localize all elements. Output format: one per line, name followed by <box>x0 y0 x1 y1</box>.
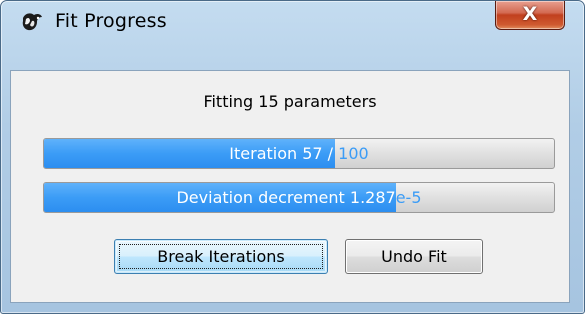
progress-label-on-fill: Iteration 57 / 100 <box>229 144 334 163</box>
break-iterations-label: Break Iterations <box>157 247 285 266</box>
window-title: Fit Progress <box>55 10 167 32</box>
status-heading: Fitting 15 parameters <box>203 92 377 111</box>
deviation-progress-bar: Deviation decrement 1.287e-5 Deviation d… <box>43 182 555 213</box>
title-bar[interactable]: Fit Progress X <box>1 1 584 39</box>
bird-icon[interactable] <box>18 9 44 35</box>
iteration-progress-bar: Iteration 57 / 100 Iteration 57 / 100 <box>43 138 555 169</box>
close-button[interactable]: X <box>495 1 565 30</box>
dialog-content: Fitting 15 parameters Iteration 57 / 100… <box>10 70 570 303</box>
fit-progress-dialog: Fit Progress X Fitting 15 parameters Ite… <box>0 0 585 314</box>
progress-fill-clip: Iteration 57 / 100 <box>44 139 334 168</box>
undo-fit-button[interactable]: Undo Fit <box>345 239 483 274</box>
progress-label-on-fill: Deviation decrement 1.287e-5 <box>176 188 396 207</box>
break-iterations-button[interactable]: Break Iterations <box>114 239 328 274</box>
close-icon: X <box>522 3 538 25</box>
progress-fill-clip: Deviation decrement 1.287e-5 <box>44 183 396 212</box>
undo-fit-label: Undo Fit <box>381 247 447 266</box>
